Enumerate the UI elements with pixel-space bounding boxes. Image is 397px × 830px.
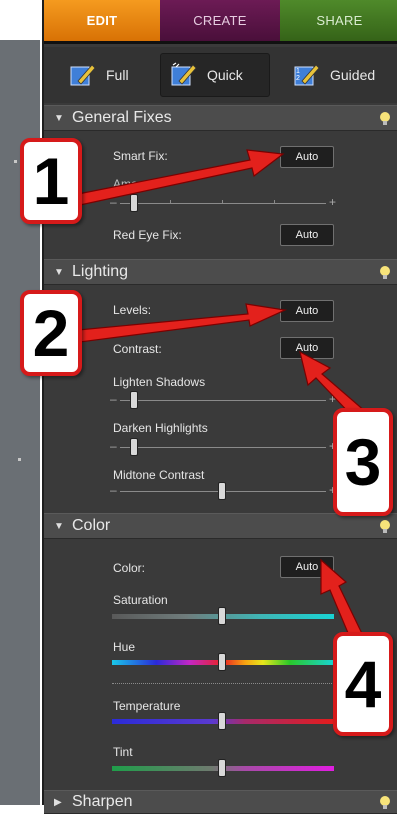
section-title: General Fixes [72, 109, 172, 126]
minus-icon: – [110, 392, 117, 406]
plus-icon: + [328, 195, 336, 209]
section-sharpen-header[interactable]: ▶ Sharpen [44, 790, 397, 814]
minus-icon: – [110, 195, 117, 209]
levels-label: Levels: [113, 303, 152, 317]
red-eye-auto-button[interactable]: Auto [280, 224, 334, 246]
guided-edit-icon: 1 2 [294, 62, 320, 88]
section-title: Lighting [72, 263, 129, 280]
section-color-header[interactable]: ▼ Color [44, 513, 397, 539]
divider [112, 683, 334, 684]
slider-thumb[interactable] [218, 653, 226, 671]
levels-auto-button[interactable]: Auto [280, 300, 334, 322]
amount-slider[interactable]: – + [110, 194, 336, 214]
chevron-right-icon: ▶ [54, 796, 62, 808]
lightbulb-icon[interactable] [379, 519, 391, 535]
midtone-contrast-slider[interactable]: – + [110, 482, 336, 502]
slider-thumb[interactable] [130, 391, 138, 409]
contrast-auto-button[interactable]: Auto [280, 337, 334, 359]
chevron-down-icon: ▼ [54, 112, 64, 124]
chevron-down-icon: ▼ [54, 266, 64, 278]
tab-edit[interactable]: EDIT [44, 0, 160, 44]
tab-share[interactable]: SHARE [280, 0, 397, 44]
slider-thumb[interactable] [218, 607, 226, 625]
slider-thumb[interactable] [130, 194, 138, 212]
color-auto-button[interactable]: Auto [280, 556, 334, 578]
lighten-shadows-label: Lighten Shadows [113, 375, 206, 389]
section-lighting-header[interactable]: ▼ Lighting [44, 259, 397, 285]
temperature-label: Temperature [113, 699, 181, 713]
full-edit-icon [70, 62, 96, 88]
view-guided-label: Guided [330, 67, 376, 83]
edit-view-bar: Full Quick 1 2 Guided [44, 47, 397, 103]
lightbulb-icon[interactable] [379, 795, 391, 811]
plus-icon: + [328, 392, 336, 406]
color-label: Color: [113, 561, 146, 575]
lightbulb-icon[interactable] [379, 265, 391, 281]
callout-3: 3 [333, 408, 393, 516]
section-title: Color [72, 517, 111, 534]
view-quick-label: Quick [207, 67, 243, 83]
contrast-label: Contrast: [113, 342, 162, 356]
slider-thumb[interactable] [130, 438, 138, 456]
smart-fix-label: Smart Fix: [113, 149, 168, 163]
canvas-marker [14, 160, 17, 163]
section-title: Sharpen [72, 793, 133, 810]
darken-highlights-label: Darken Highlights [113, 421, 208, 435]
smart-fix-auto-button[interactable]: Auto [280, 146, 334, 168]
tab-create[interactable]: CREATE [160, 0, 280, 44]
callout-4: 4 [333, 632, 393, 736]
quick-edit-icon [171, 62, 197, 88]
svg-text:1: 1 [296, 68, 300, 75]
amount-label: Amount [113, 177, 155, 191]
darken-highlights-slider[interactable]: – + [110, 438, 336, 458]
red-eye-fix-label: Red Eye Fix: [113, 228, 182, 242]
hue-label: Hue [113, 640, 136, 654]
slider-thumb[interactable] [218, 759, 226, 777]
view-quick-button[interactable]: Quick [160, 53, 270, 97]
view-full-button[interactable]: Full [60, 53, 152, 97]
lighten-shadows-slider[interactable]: – + [110, 391, 336, 411]
tint-label: Tint [113, 745, 133, 759]
canvas-edge [0, 0, 42, 805]
midtone-contrast-label: Midtone Contrast [113, 468, 205, 482]
view-full-label: Full [106, 67, 129, 83]
minus-icon: – [110, 439, 117, 453]
saturation-label: Saturation [113, 593, 168, 607]
minus-icon: – [110, 483, 117, 497]
lightbulb-icon[interactable] [379, 111, 391, 127]
callout-2: 2 [20, 290, 82, 376]
mode-tabs: EDIT CREATE SHARE [44, 0, 397, 44]
callout-1: 1 [20, 138, 82, 224]
view-guided-button[interactable]: 1 2 Guided [284, 53, 394, 97]
chevron-down-icon: ▼ [54, 520, 64, 532]
canvas-marker [18, 458, 21, 461]
slider-thumb[interactable] [218, 482, 226, 500]
svg-text:2: 2 [296, 75, 300, 82]
slider-thumb[interactable] [218, 712, 226, 730]
section-general-fixes-header[interactable]: ▼ General Fixes [44, 105, 397, 131]
